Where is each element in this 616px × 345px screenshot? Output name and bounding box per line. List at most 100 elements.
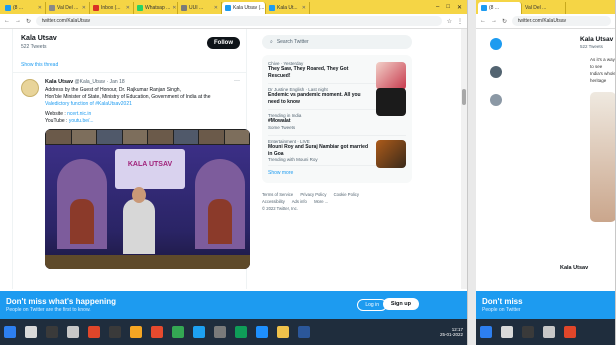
file-explorer-icon[interactable] bbox=[277, 326, 289, 338]
app-icon[interactable] bbox=[214, 326, 226, 338]
footer-link[interactable]: Ads info bbox=[292, 199, 307, 204]
app-icon[interactable] bbox=[109, 326, 121, 338]
back-icon[interactable]: ← bbox=[4, 18, 10, 24]
copyright: © 2022 Twitter, Inc. bbox=[262, 206, 298, 211]
start-icon[interactable] bbox=[480, 326, 492, 338]
right-sidebar: ⌕ Search Twitter Chive · Yesterday They S… bbox=[262, 29, 412, 289]
hp-icon[interactable] bbox=[543, 326, 555, 338]
browser-tab[interactable]: Inbox (... ✕ bbox=[90, 2, 134, 14]
settings-icon[interactable] bbox=[490, 94, 502, 106]
trend-item[interactable]: Chive · Yesterday They Saw, They Roared,… bbox=[268, 58, 406, 90]
twitter-favicon-icon bbox=[225, 5, 231, 11]
task-view-icon[interactable] bbox=[522, 326, 534, 338]
maximize-button[interactable]: □ bbox=[446, 4, 450, 11]
footer-link[interactable]: Cookie Policy bbox=[334, 192, 359, 197]
word-icon[interactable] bbox=[298, 326, 310, 338]
twitter-page: Kala Utsav 522 Tweets Follow Show this t… bbox=[0, 29, 467, 289]
hp-icon[interactable] bbox=[67, 326, 79, 338]
event-banner: KALA UTSAV bbox=[115, 149, 185, 189]
trends-box: Chive · Yesterday They Saw, They Roared,… bbox=[262, 55, 412, 183]
search-icon[interactable] bbox=[501, 326, 513, 338]
timeline-column: Kala Utsav 522 Tweets Follow Show this t… bbox=[12, 29, 250, 289]
firefox-icon[interactable] bbox=[88, 326, 100, 338]
scrollbar[interactable] bbox=[461, 29, 467, 289]
footer-link[interactable]: Accessibility bbox=[262, 199, 285, 204]
close-tab-icon[interactable]: ✕ bbox=[302, 5, 306, 11]
start-icon[interactable] bbox=[4, 326, 16, 338]
profile-tweet-count: 522 Tweets bbox=[21, 44, 47, 50]
footer-link[interactable]: More ... bbox=[314, 199, 328, 204]
twitter-favicon-icon bbox=[481, 5, 487, 11]
address-bar-row: ← → ↻ twitter.com/KalaUtsav ☆ ⋮ bbox=[0, 14, 467, 29]
forward-icon[interactable]: → bbox=[15, 18, 21, 24]
back-icon[interactable]: ← bbox=[480, 18, 486, 24]
youtube-link[interactable]: youtu.be/... bbox=[69, 118, 94, 124]
close-tab-icon[interactable]: ✕ bbox=[172, 5, 176, 11]
browser-tab[interactable]: Val Del ... ✕ bbox=[46, 2, 90, 14]
trend-item[interactable]: Entertainment · LIVE Mouni Roy and Suraj… bbox=[268, 136, 406, 168]
app-icon[interactable] bbox=[151, 326, 163, 338]
avatar[interactable] bbox=[21, 79, 39, 97]
app-icon[interactable] bbox=[235, 326, 247, 338]
trend-item[interactable]: Trending in India #Mowalat Some Tweets bbox=[268, 110, 406, 136]
footer-link[interactable]: Privacy Policy bbox=[300, 192, 326, 197]
app-icon[interactable] bbox=[193, 326, 205, 338]
browser-tab[interactable]: Whatsap ... ✕ bbox=[134, 2, 178, 14]
close-tab-icon[interactable]: ✕ bbox=[214, 5, 218, 11]
footer-link[interactable]: Terms of Service bbox=[262, 192, 293, 197]
close-window-button[interactable]: ✕ bbox=[457, 4, 462, 11]
banner-subtitle: People on Twitter are the first to know. bbox=[6, 307, 91, 313]
website-link[interactable]: ncert.nic.in bbox=[67, 111, 91, 117]
more-options-icon[interactable]: ··· bbox=[234, 78, 240, 84]
close-tab-icon[interactable]: ✕ bbox=[38, 5, 42, 11]
search-input[interactable]: ⌕ Search Twitter bbox=[262, 35, 412, 49]
follow-button[interactable]: Follow bbox=[207, 37, 240, 49]
system-clock[interactable]: 12:17 25-01-2022 bbox=[440, 327, 467, 337]
url-field[interactable]: twitter.com/KalaUtsav bbox=[512, 16, 611, 26]
tweet-author[interactable]: Kala Utsav bbox=[45, 79, 73, 85]
reload-icon[interactable]: ↻ bbox=[26, 18, 31, 25]
tweet-text: As it's a way to see India's whole herit… bbox=[590, 57, 616, 83]
browser-tab[interactable]: Kala Ut... ✕ bbox=[266, 2, 310, 14]
show-thread-link[interactable]: Show this thread bbox=[13, 59, 246, 73]
task-view-icon[interactable] bbox=[46, 326, 58, 338]
window-controls: – □ ✕ bbox=[436, 4, 467, 11]
tweet-media-image[interactable] bbox=[590, 92, 615, 222]
tweet-handle: @Kala_Utsav · Jan 18 bbox=[74, 79, 125, 85]
twitter-logo-icon[interactable] bbox=[490, 38, 502, 50]
explore-icon[interactable] bbox=[490, 66, 502, 78]
profile-name: Kala Utsav bbox=[580, 36, 614, 43]
browser-window-secondary: (8 ... Val Del ... ← → ↻ twitter.com/Kal… bbox=[476, 0, 616, 345]
tweet[interactable]: Kala Utsav @Kala_Utsav · Jan 18 ··· Addr… bbox=[13, 73, 250, 269]
tweet-text: Address by the Guest of Honour, Dr. Rajk… bbox=[45, 87, 211, 124]
vlc-icon[interactable] bbox=[130, 326, 142, 338]
browser-tab-active[interactable]: Kala Utsav (...✕ bbox=[222, 2, 266, 14]
signup-button[interactable]: Sign up bbox=[382, 298, 419, 310]
menu-dots-icon[interactable]: ⋮ bbox=[457, 18, 463, 25]
browser-window-main: (8 ... ✕ Val Del ... ✕ Inbox (... ✕ Whatsap… bbox=[0, 0, 468, 345]
close-tab-icon[interactable]: ✕ bbox=[82, 5, 86, 11]
forward-icon[interactable]: → bbox=[491, 18, 497, 24]
search-icon[interactable] bbox=[25, 326, 37, 338]
reload-icon[interactable]: ↻ bbox=[502, 18, 507, 25]
profile-name: Kala Utsav bbox=[21, 35, 57, 42]
tweet-media-image[interactable]: KALA UTSAV bbox=[45, 129, 250, 269]
close-tab-icon[interactable]: ✕ bbox=[126, 5, 130, 11]
browser-tab[interactable]: (8 ... ✕ bbox=[2, 2, 46, 14]
browser-tab[interactable]: Val Del ... bbox=[522, 2, 566, 14]
profile-tweet-count: 522 Tweets bbox=[580, 44, 603, 49]
browser-tab[interactable]: UUI ... ✕ bbox=[178, 2, 222, 14]
firefox-icon[interactable] bbox=[564, 326, 576, 338]
show-more-link[interactable]: Show more bbox=[268, 166, 406, 180]
taskbar bbox=[476, 319, 615, 345]
trend-item[interactable]: Dr Justine English · Last night Endemic … bbox=[268, 84, 406, 116]
minimize-button[interactable]: – bbox=[436, 4, 439, 11]
edge-icon[interactable] bbox=[256, 326, 268, 338]
chrome-icon[interactable] bbox=[172, 326, 184, 338]
tab-favicon-icon bbox=[137, 5, 143, 11]
browser-tab-active[interactable]: (8 ... bbox=[478, 2, 522, 14]
twitter-nav bbox=[490, 38, 502, 106]
bookmark-star-icon[interactable]: ☆ bbox=[447, 18, 452, 25]
footer-links: Terms of Service Privacy Policy Cookie P… bbox=[262, 191, 412, 212]
url-field[interactable]: twitter.com/KalaUtsav bbox=[36, 16, 442, 26]
